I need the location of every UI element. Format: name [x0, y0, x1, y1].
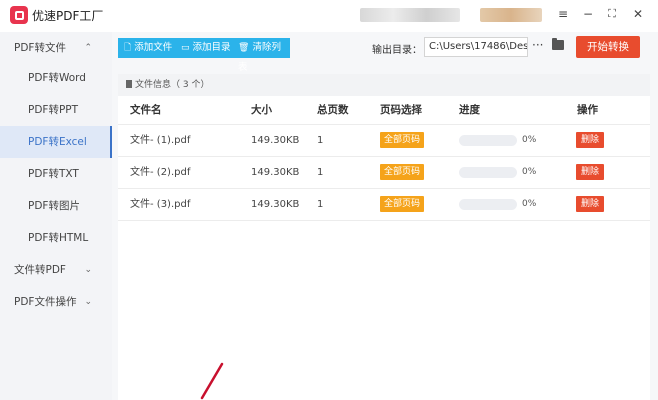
sidebar-item-label: PDF转图片: [28, 200, 80, 212]
sidebar-item-label: PDF转TXT: [28, 168, 79, 180]
progress-bar: [459, 135, 517, 146]
sidebar-item-label: PDF转PPT: [28, 104, 79, 116]
clear-list-button[interactable]: 🗑 清除列表: [232, 38, 290, 73]
chevron-down-icon: ⌄: [84, 265, 92, 275]
app-logo: [10, 6, 28, 24]
blurred-user-name: [480, 8, 542, 22]
sidebar-item-pdf-to-html[interactable]: PDF转HTML: [0, 222, 112, 254]
file-icon: 🗋: [124, 43, 132, 53]
sidebar-item-pdf-to-image[interactable]: PDF转图片: [0, 190, 112, 222]
progress-percent: 0%: [522, 167, 537, 177]
page-select-button[interactable]: 全部页码: [380, 196, 425, 212]
column-header-pages: 总页数: [317, 104, 349, 116]
add-directory-button[interactable]: ▭ 添加目录: [175, 38, 237, 58]
sidebar-item-label: PDF转Excel: [28, 136, 87, 148]
column-header-size: 大小: [251, 104, 272, 116]
file-info-bar: 文件信息（ 3 个）: [118, 74, 650, 96]
trash-icon: 🗑: [238, 43, 250, 53]
progress-percent: 0%: [522, 135, 537, 145]
page-count: 1: [317, 167, 324, 178]
progress-bar: [459, 167, 517, 178]
blurred-user-info: [360, 8, 460, 22]
page-select-button[interactable]: 全部页码: [380, 164, 425, 180]
table-row: 文件- (1).pdf 149.30KB 1 全部页码 0% 删除: [118, 125, 650, 157]
sidebar-item-label: 文件转PDF: [14, 264, 66, 276]
start-convert-button[interactable]: 开始转换: [576, 36, 640, 58]
sidebar: PDF转文件 ⌃ PDF转Word PDF转PPT PDF转Excel PDF转…: [0, 32, 112, 400]
add-file-button[interactable]: 🗋 添加文件: [118, 38, 179, 58]
table-row: 文件- (3).pdf 149.30KB 1 全部页码 0% 删除: [118, 189, 650, 221]
delete-button[interactable]: 删除: [576, 196, 605, 212]
page-count: 1: [317, 135, 324, 146]
column-header-progress: 进度: [459, 104, 480, 116]
close-icon[interactable]: ✕: [628, 7, 648, 21]
output-directory-label: 输出目录：: [372, 45, 422, 56]
progress-percent: 0%: [522, 199, 537, 209]
sidebar-group-file-to-pdf[interactable]: 文件转PDF ⌄: [0, 254, 112, 286]
annotation-arrow: [200, 362, 224, 400]
title-bar: 优速PDF工厂 ≡ − ⛶ ✕: [0, 0, 658, 32]
file-name: 文件- (2).pdf: [130, 167, 191, 178]
sidebar-group-pdf-to-file[interactable]: PDF转文件 ⌃: [0, 32, 112, 64]
sidebar-item-pdf-to-ppt[interactable]: PDF转PPT: [0, 94, 112, 126]
column-header-page-select: 页码选择: [380, 104, 422, 116]
chevron-up-icon: ⌃: [84, 43, 92, 53]
main-area: 🗋 添加文件 ▭ 添加目录 🗑 清除列表 输出目录： C:\Users\17486\D…: [112, 32, 658, 400]
add-file-label: 添加文件: [134, 42, 173, 53]
add-directory-label: 添加目录: [192, 42, 231, 53]
sidebar-item-pdf-to-excel[interactable]: PDF转Excel: [0, 126, 112, 158]
folder-outline-icon: ▭: [181, 43, 190, 53]
file-size: 149.30KB: [251, 199, 300, 210]
table-row: 文件- (2).pdf 149.30KB 1 全部页码 0% 删除: [118, 157, 650, 189]
file-count: （ 3 个）: [171, 80, 210, 90]
menu-icon[interactable]: ≡: [553, 7, 573, 21]
sidebar-item-pdf-to-txt[interactable]: PDF转TXT: [0, 158, 112, 190]
delete-button[interactable]: 删除: [576, 132, 605, 148]
sidebar-item-label: PDF转文件: [14, 42, 66, 54]
sidebar-group-pdf-operations[interactable]: PDF文件操作 ⌄: [0, 286, 112, 318]
maximize-icon[interactable]: ⛶: [602, 7, 622, 21]
table-header: 文件名 大小 总页数 页码选择 进度 操作: [118, 96, 650, 125]
file-size: 149.30KB: [251, 135, 300, 146]
document-icon: [126, 80, 132, 88]
minimize-icon[interactable]: −: [578, 7, 598, 21]
column-header-filename: 文件名: [130, 104, 162, 116]
page-count: 1: [317, 199, 324, 210]
progress-bar: [459, 199, 517, 210]
file-list-panel: 文件信息（ 3 个） 文件名 大小 总页数 页码选择 进度 操作 文件- (1)…: [118, 74, 650, 400]
more-options-icon[interactable]: ···: [532, 38, 543, 52]
folder-icon[interactable]: [552, 38, 564, 50]
page-select-button[interactable]: 全部页码: [380, 132, 425, 148]
sidebar-item-label: PDF文件操作: [14, 296, 77, 308]
sidebar-item-pdf-to-word[interactable]: PDF转Word: [0, 62, 112, 94]
file-info-label: 文件信息: [135, 80, 172, 90]
sidebar-item-label: PDF转HTML: [28, 232, 89, 244]
file-name: 文件- (3).pdf: [130, 199, 191, 210]
sidebar-item-label: PDF转Word: [28, 72, 86, 84]
app-title: 优速PDF工厂: [32, 9, 104, 23]
chevron-down-icon: ⌄: [84, 297, 92, 307]
file-name: 文件- (1).pdf: [130, 135, 191, 146]
delete-button[interactable]: 删除: [576, 164, 605, 180]
output-directory-field[interactable]: C:\Users\17486\Deskto: [424, 37, 528, 57]
column-header-action: 操作: [577, 104, 598, 116]
file-size: 149.30KB: [251, 167, 300, 178]
